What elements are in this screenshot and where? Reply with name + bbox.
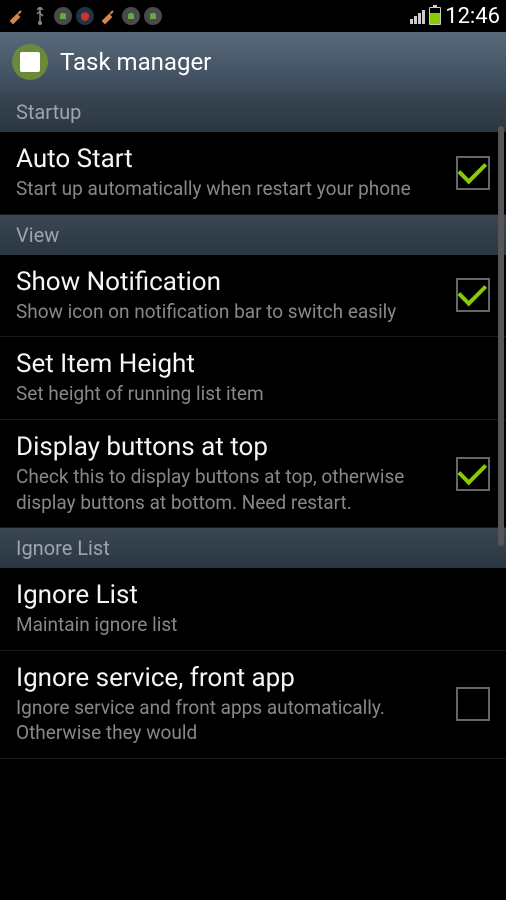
setting-title: Show Notification	[16, 267, 444, 297]
app-icon	[12, 44, 48, 80]
checkbox-ignore-service[interactable]	[456, 687, 490, 721]
setting-subtitle: Start up automatically when restart your…	[16, 176, 444, 202]
status-icons-left	[6, 6, 162, 26]
usb-icon	[30, 6, 50, 26]
setting-subtitle: Set height of running list item	[16, 381, 490, 407]
checkbox-show-notification[interactable]	[456, 278, 490, 312]
section-header-ignore: Ignore List	[0, 528, 506, 568]
setting-ignore-list[interactable]: Ignore List Maintain ignore list	[0, 568, 506, 651]
section-header-startup: Startup	[0, 92, 506, 132]
setting-auto-start[interactable]: Auto Start Start up automatically when r…	[0, 132, 506, 215]
shield-icon	[76, 7, 94, 25]
scrollbar[interactable]	[498, 126, 504, 546]
settings-list[interactable]: Startup Auto Start Start up automaticall…	[0, 92, 506, 900]
setting-subtitle: Show icon on notification bar to switch …	[16, 299, 444, 325]
clock: 12:46	[445, 4, 500, 29]
setting-subtitle: Maintain ignore list	[16, 612, 490, 638]
setting-display-buttons[interactable]: Display buttons at top Check this to dis…	[0, 420, 506, 528]
android-icon-2	[122, 7, 140, 25]
setting-title: Auto Start	[16, 144, 444, 174]
setting-show-notification[interactable]: Show Notification Show icon on notificat…	[0, 255, 506, 338]
setting-ignore-service[interactable]: Ignore service, front app Ignore service…	[0, 651, 506, 759]
battery-icon	[429, 7, 441, 25]
broom-icon-2	[98, 6, 118, 26]
signal-icon	[410, 8, 425, 24]
broom-icon	[6, 6, 26, 26]
title-bar: Task manager	[0, 32, 506, 92]
setting-subtitle: Ignore service and front apps automatica…	[16, 695, 444, 746]
status-bar: 12:46	[0, 0, 506, 32]
checkbox-auto-start[interactable]	[456, 156, 490, 190]
setting-subtitle: Check this to display buttons at top, ot…	[16, 464, 444, 515]
status-icons-right: 12:46	[410, 4, 500, 29]
page-title: Task manager	[60, 48, 211, 76]
setting-title: Set Item Height	[16, 349, 490, 379]
android-icon	[54, 7, 72, 25]
checkbox-display-buttons[interactable]	[456, 457, 490, 491]
setting-title: Ignore service, front app	[16, 663, 444, 693]
setting-item-height[interactable]: Set Item Height Set height of running li…	[0, 337, 506, 420]
section-header-view: View	[0, 215, 506, 255]
setting-title: Display buttons at top	[16, 432, 444, 462]
setting-title: Ignore List	[16, 580, 490, 610]
android-icon-3	[144, 7, 162, 25]
